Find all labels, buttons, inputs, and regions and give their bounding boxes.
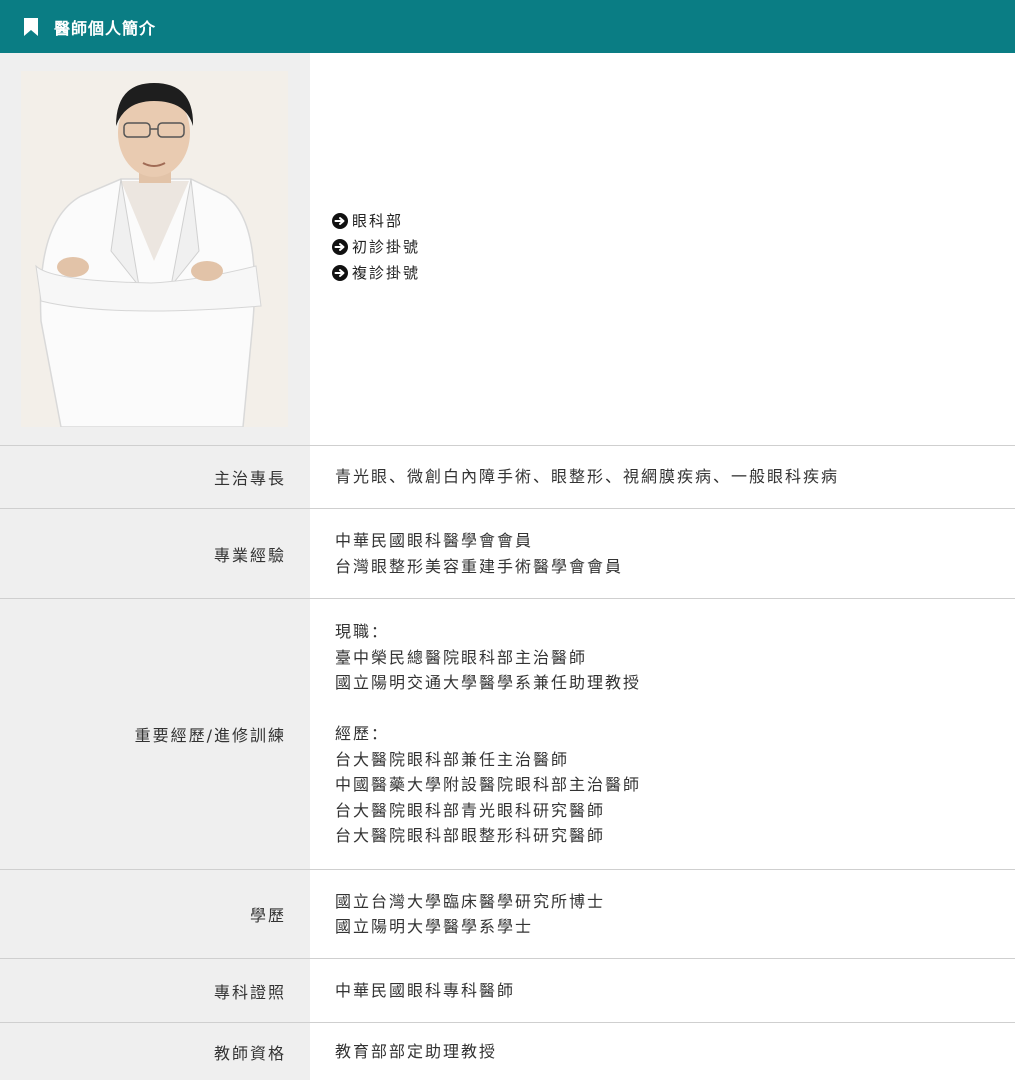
- link-department[interactable]: 眼科部: [332, 208, 1015, 234]
- value-line: 經歷：: [335, 724, 390, 744]
- value-line: 台灣眼整形美容重建手術醫學會會員: [335, 556, 624, 576]
- value-line: 中華民國眼科專科醫師: [335, 980, 516, 1000]
- value-line: 台大醫院眼科部眼整形科研究醫師: [335, 826, 606, 846]
- row-career-training: 重要經歷/進修訓練 現職： 臺中榮民總醫院眼科部主治醫師 國立陽明交通大學醫學系…: [0, 599, 1015, 870]
- section-title: 醫師個人簡介: [54, 18, 157, 38]
- row-specialist-license: 專科證照 中華民國眼科專科醫師: [0, 959, 1015, 1023]
- row-label: 教師資格: [0, 1023, 310, 1080]
- row-label: 學歷: [0, 870, 310, 958]
- row-professional-experience: 專業經驗 中華民國眼科醫學會會員 台灣眼整形美容重建手術醫學會會員: [0, 509, 1015, 599]
- arrow-right-circle-icon: [332, 265, 348, 281]
- row-value: 教育部部定助理教授: [310, 1023, 1015, 1080]
- photo-cell: [0, 53, 310, 445]
- row-teacher-qualification: 教師資格 教育部部定助理教授: [0, 1023, 1015, 1080]
- value-line: 國立陽明大學醫學系學士: [335, 917, 534, 936]
- value-line: 中華民國眼科醫學會會員: [335, 531, 534, 550]
- link-label: 複診掛號: [352, 264, 421, 282]
- doctor-photo: [21, 71, 288, 427]
- row-value: 中華民國眼科專科醫師: [310, 959, 1015, 1022]
- arrow-right-circle-icon: [332, 239, 348, 255]
- value-line: 教育部部定助理教授: [335, 1041, 498, 1061]
- row-label: 專業經驗: [0, 509, 310, 598]
- value-line: 台大醫院眼科部兼任主治醫師: [335, 749, 570, 769]
- row-value: 現職： 臺中榮民總醫院眼科部主治醫師 國立陽明交通大學醫學系兼任助理教授 經歷：…: [310, 599, 1015, 869]
- value-blank-line: [335, 696, 1015, 722]
- value-line: 台大醫院眼科部青光眼科研究醫師: [335, 800, 606, 820]
- row-specialty: 主治專長 青光眼、微創白內障手術、眼整形、視網膜疾病、一般眼科疾病: [0, 446, 1015, 509]
- value-line: 國立陽明交通大學醫學系兼任助理教授: [335, 673, 642, 693]
- value-line: 中國醫藥大學附設醫院眼科部主治醫師: [335, 775, 642, 795]
- link-label: 初診掛號: [352, 238, 421, 256]
- row-value: 中華民國眼科醫學會會員 台灣眼整形美容重建手術醫學會會員: [310, 509, 1015, 598]
- department-links: 眼科部 初診掛號 複診掛號: [310, 53, 1015, 445]
- section-header: 醫師個人簡介: [0, 0, 1015, 53]
- value-line: 青光眼、微創白內障手術、眼整形、視網膜疾病、一般眼科疾病: [335, 467, 840, 487]
- value-line: 現職：: [335, 622, 390, 642]
- row-value: 青光眼、微創白內障手術、眼整形、視網膜疾病、一般眼科疾病: [310, 446, 1015, 508]
- row-education: 學歷 國立台灣大學臨床醫學研究所博士 國立陽明大學醫學系學士: [0, 870, 1015, 959]
- link-first-visit-registration[interactable]: 初診掛號: [332, 234, 1015, 260]
- row-label: 專科證照: [0, 959, 310, 1022]
- link-label: 眼科部: [352, 212, 404, 230]
- bookmark-icon: [24, 17, 38, 36]
- row-label: 主治專長: [0, 446, 310, 508]
- value-line: 臺中榮民總醫院眼科部主治醫師: [335, 647, 588, 667]
- value-line: 國立台灣大學臨床醫學研究所博士: [335, 891, 606, 911]
- link-return-visit-registration[interactable]: 複診掛號: [332, 260, 1015, 286]
- arrow-right-circle-icon: [332, 213, 348, 229]
- profile-top-row: 眼科部 初診掛號 複診掛號: [0, 53, 1015, 446]
- row-label: 重要經歷/進修訓練: [0, 599, 310, 869]
- row-value: 國立台灣大學臨床醫學研究所博士 國立陽明大學醫學系學士: [310, 870, 1015, 958]
